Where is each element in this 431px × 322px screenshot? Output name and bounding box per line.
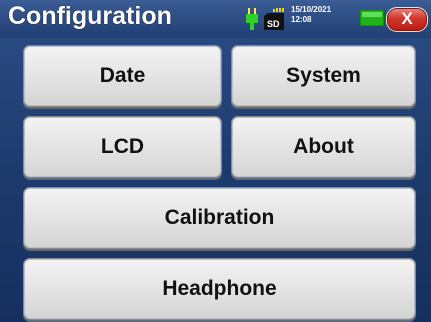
sd-card-icon: SD	[262, 8, 284, 32]
headphone-button[interactable]: Headphone	[23, 258, 416, 320]
about-button[interactable]: About	[231, 116, 416, 178]
date-button[interactable]: Date	[23, 45, 222, 107]
battery-icon	[360, 10, 386, 26]
calibration-button[interactable]: Calibration	[23, 187, 416, 249]
system-button[interactable]: System	[231, 45, 416, 107]
sd-label: SD	[267, 19, 280, 29]
close-button[interactable]: X	[386, 7, 428, 32]
title-bar: Configuration SD 15/10/2021 12:08 X	[0, 0, 431, 38]
power-plug-icon	[246, 8, 258, 30]
status-datetime: 15/10/2021 12:08	[291, 5, 331, 25]
page-title: Configuration	[8, 2, 172, 30]
status-time: 12:08	[291, 15, 312, 24]
status-date: 15/10/2021	[291, 5, 332, 14]
lcd-button[interactable]: LCD	[23, 116, 222, 178]
